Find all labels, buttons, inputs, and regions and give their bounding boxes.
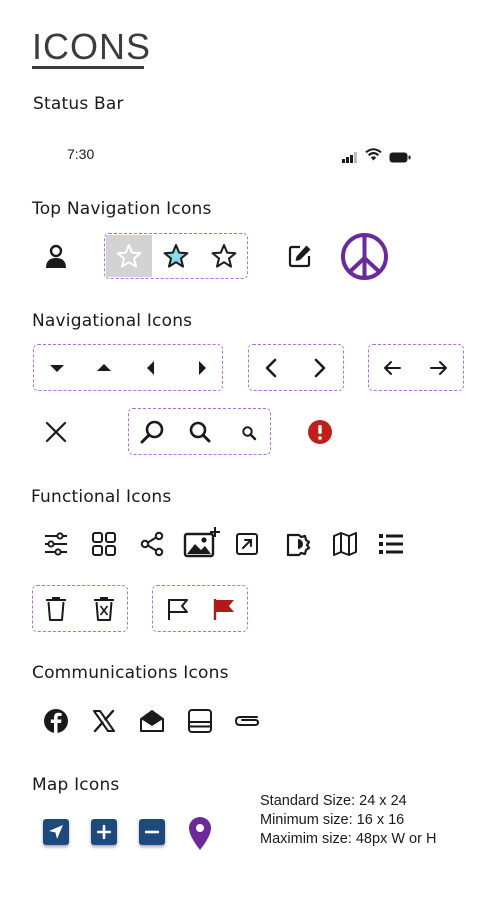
- caret-left-icon[interactable]: [137, 354, 165, 382]
- user-icon[interactable]: [42, 242, 70, 270]
- section-status-bar: Status Bar: [33, 94, 124, 114]
- chevron-right-icon[interactable]: [306, 354, 334, 382]
- section-top-navigation: Top Navigation Icons: [32, 199, 212, 219]
- page-title: ICONS: [32, 26, 152, 67]
- add-image-icon[interactable]: [183, 526, 221, 562]
- open-external-icon[interactable]: [233, 530, 261, 558]
- section-navigational: Navigational Icons: [32, 311, 193, 331]
- attachment-icon[interactable]: [233, 707, 261, 735]
- edit-icon[interactable]: [286, 242, 314, 270]
- sliders-icon[interactable]: [42, 530, 70, 558]
- size-standard: Standard Size: 24 x 24: [260, 793, 407, 809]
- zoom-in-button[interactable]: [91, 819, 117, 845]
- section-communications: Communications Icons: [32, 663, 229, 683]
- trash-icon[interactable]: [42, 595, 70, 623]
- plus-icon: [97, 825, 111, 839]
- x-twitter-icon[interactable]: [90, 707, 118, 735]
- mail-open-icon[interactable]: [138, 707, 166, 735]
- settings-icon[interactable]: [283, 530, 311, 558]
- star-outline-white-icon[interactable]: [115, 242, 143, 270]
- size-minimum: Minimum size: 16 x 16: [260, 812, 405, 828]
- title-underline: [32, 66, 144, 69]
- size-maximum: Maximim size: 48px W or H: [260, 831, 437, 847]
- arrow-left-icon[interactable]: [378, 354, 406, 382]
- list-icon[interactable]: [377, 530, 405, 558]
- zoom-out-button[interactable]: [139, 819, 165, 845]
- search-small-icon[interactable]: [235, 419, 263, 447]
- caret-up-icon[interactable]: [90, 354, 118, 382]
- minus-icon: [145, 830, 159, 834]
- close-icon[interactable]: [42, 418, 70, 446]
- alert-icon: [306, 418, 334, 446]
- caret-right-icon[interactable]: [188, 354, 216, 382]
- star-outline-icon[interactable]: [210, 242, 238, 270]
- star-filled-icon[interactable]: [162, 242, 190, 270]
- inbox-icon[interactable]: [186, 707, 214, 735]
- size-info: Standard Size: 24 x 24 Minimum size: 16 …: [260, 792, 436, 849]
- flag-outline-icon[interactable]: [164, 595, 192, 623]
- wifi-icon: [365, 146, 382, 165]
- facebook-icon[interactable]: [42, 707, 70, 735]
- section-map: Map Icons: [32, 775, 120, 795]
- grid-icon[interactable]: [90, 530, 118, 558]
- search-medium-icon[interactable]: [186, 418, 214, 446]
- chevron-left-icon[interactable]: [257, 354, 285, 382]
- share-icon[interactable]: [138, 530, 166, 558]
- caret-down-icon[interactable]: [43, 354, 71, 382]
- peace-icon[interactable]: [340, 232, 389, 285]
- flag-filled-icon[interactable]: [210, 595, 238, 623]
- navigation-arrow-icon: [49, 825, 63, 839]
- arrow-right-icon[interactable]: [425, 354, 453, 382]
- section-functional: Functional Icons: [31, 487, 172, 507]
- locate-button[interactable]: [43, 819, 69, 845]
- search-large-icon[interactable]: [138, 418, 166, 446]
- map-icon[interactable]: [331, 530, 359, 558]
- trash-x-icon[interactable]: [90, 595, 118, 623]
- map-pin-icon[interactable]: [186, 815, 214, 855]
- status-time: 7:30: [67, 146, 95, 162]
- battery-icon: [389, 148, 411, 167]
- signal-icon: [342, 148, 358, 167]
